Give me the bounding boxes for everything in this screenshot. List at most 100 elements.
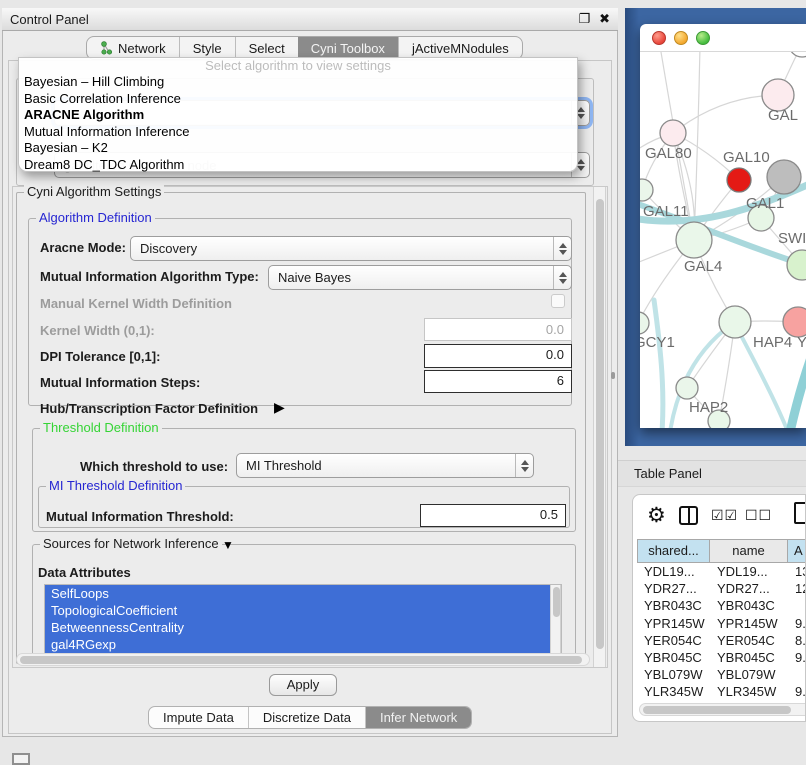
tab-style[interactable]: Style: [179, 37, 235, 59]
table-row[interactable]: YER054C YER054C 8.: [637, 632, 806, 649]
table-row[interactable]: YBL079W YBL079W: [637, 666, 806, 683]
tab-infer-network[interactable]: Infer Network: [365, 707, 471, 728]
tab-select[interactable]: Select: [235, 37, 298, 59]
cyni-algorithm-settings-title: Cyni Algorithm Settings: [24, 184, 164, 199]
collapsed-panel-icon[interactable]: [12, 753, 30, 765]
table-row[interactable]: YDR27... YDR27... 12: [637, 580, 806, 597]
zoom-traffic-light-icon[interactable]: [696, 31, 710, 45]
algorithm-dropdown-menu: Select algorithm to view settings Bayesi…: [18, 57, 578, 172]
menu-item[interactable]: Mutual Information Inference: [19, 124, 577, 141]
menu-item[interactable]: Dream8 DC_TDC Algorithm: [19, 157, 577, 174]
column-header-name[interactable]: name: [710, 539, 788, 563]
collapse-arrow-icon[interactable]: ▼: [222, 538, 234, 552]
close-window-icon[interactable]: ✖: [599, 11, 610, 27]
restore-window-icon[interactable]: ❐: [578, 11, 590, 27]
tab-network[interactable]: Network: [87, 37, 179, 59]
menu-item[interactable]: Basic Correlation Inference: [19, 91, 577, 108]
tab-cyni-toolbox[interactable]: Cyni Toolbox: [298, 37, 398, 59]
dropdown-placeholder: Select algorithm to view settings: [19, 58, 577, 74]
threshold-definition-title: Threshold Definition: [40, 420, 162, 435]
combo-stepper-icon: [553, 266, 571, 289]
menu-item[interactable]: Bayesian – Hill Climbing: [19, 74, 577, 91]
combo-stepper-icon: [553, 237, 571, 260]
combo-stepper-icon: [515, 454, 533, 477]
menu-item[interactable]: Bayesian – K2: [19, 140, 577, 157]
node-hap2[interactable]: [676, 377, 698, 399]
node-red[interactable]: [727, 168, 751, 192]
table-row[interactable]: YPR145W YPR145W 9.: [637, 615, 806, 632]
node-cut-top[interactable]: [789, 52, 806, 57]
table-row[interactable]: YLR345W YLR345W 9.: [637, 683, 806, 700]
table-toolbar: ⚙ ☑☑ ☐☐: [633, 495, 805, 539]
tab-impute-data[interactable]: Impute Data: [149, 707, 248, 728]
screen: { "window": { "title": "Control Panel", …: [0, 0, 806, 762]
list-item[interactable]: TopologicalCoefficient: [45, 602, 561, 619]
aracne-mode-combo[interactable]: Discovery: [130, 236, 572, 261]
mi-threshold-title: MI Threshold Definition: [46, 478, 185, 493]
gear-icon[interactable]: ⚙: [647, 503, 666, 528]
table-panel-title: Table Panel: [634, 466, 702, 481]
column-header-shared-name[interactable]: shared...: [637, 539, 710, 563]
which-threshold-label: Which threshold to use:: [80, 459, 228, 474]
checked-boxes-icon[interactable]: ☑☑: [711, 507, 738, 524]
table-row[interactable]: YBR045C YBR045C 9.: [637, 649, 806, 666]
expand-arrow-icon[interactable]: ▶: [274, 399, 285, 416]
mi-type-combo[interactable]: Naive Bayes: [268, 265, 572, 290]
node-gray[interactable]: [767, 160, 801, 194]
network-graph: GAL GAL80 GAL10 GAL11 GAL1 GAL4 SWI4 GCY…: [640, 52, 806, 428]
node-label: GAL1: [746, 195, 784, 212]
node-label: GAL: [768, 107, 798, 124]
data-attributes-list: SelfLoops TopologicalCoefficient Between…: [44, 584, 562, 654]
tab-jactivemnodules[interactable]: jActiveMNodules: [398, 37, 522, 59]
list-item[interactable]: SelfLoops: [45, 585, 561, 602]
list-item[interactable]: gal4RGexp: [45, 636, 561, 653]
column-header-cut[interactable]: A: [788, 539, 806, 563]
settings-horizontal-scrollbar[interactable]: [16, 653, 590, 666]
minimize-traffic-light-icon[interactable]: [674, 31, 688, 45]
tab-discretize-data[interactable]: Discretize Data: [248, 707, 365, 728]
mi-threshold-field[interactable]: 0.5: [420, 504, 566, 527]
unchecked-boxes-icon[interactable]: ☐☐: [745, 507, 772, 524]
panel-resize-grip[interactable]: [611, 372, 615, 379]
node-gal80[interactable]: [660, 120, 686, 146]
node-label: HAP2: [689, 399, 728, 416]
node-swi4[interactable]: [787, 250, 806, 280]
network-window-titlebar[interactable]: [640, 24, 806, 52]
mi-steps-field[interactable]: 6: [424, 370, 572, 393]
hub-definition-label[interactable]: Hub/Transcription Factor Definition: [40, 401, 258, 416]
which-threshold-combo[interactable]: MI Threshold: [236, 453, 534, 478]
table-row[interactable]: YBR043C YBR043C: [637, 597, 806, 614]
node-gal11[interactable]: [640, 179, 653, 201]
node-label: GAL10: [723, 149, 770, 166]
list-item[interactable]: BetweennessCentrality: [45, 619, 561, 636]
algorithm-definition-title: Algorithm Definition: [36, 210, 155, 225]
node-gal4[interactable]: [676, 222, 712, 258]
node-gcy1[interactable]: [640, 312, 649, 334]
mi-steps-label: Mutual Information Steps:: [40, 375, 200, 390]
manual-kernel-checkbox[interactable]: [551, 294, 565, 308]
node-hap4[interactable]: [719, 306, 751, 338]
mi-threshold-label: Mutual Information Threshold:: [46, 509, 234, 524]
close-traffic-light-icon[interactable]: [652, 31, 666, 45]
network-canvas[interactable]: GAL GAL80 GAL10 GAL11 GAL1 GAL4 SWI4 GCY…: [640, 52, 806, 428]
apply-button[interactable]: Apply: [269, 674, 337, 696]
menu-item-selected[interactable]: ARACNE Algorithm: [19, 107, 577, 124]
mi-type-label: Mutual Information Algorithm Type:: [40, 269, 259, 284]
control-panel-title: Control Panel: [10, 12, 569, 27]
node-label: HAP4: [753, 334, 792, 351]
table-panel-card: ⚙ ☑☑ ☐☐ shared... name A YDL19... YDL19.…: [632, 494, 806, 722]
split-columns-icon[interactable]: [679, 506, 698, 525]
kernel-width-field[interactable]: 0.0: [424, 318, 572, 341]
sources-title: Sources for Network Inference: [40, 536, 222, 551]
table-row[interactable]: YDL19... YDL19... 13: [637, 563, 806, 580]
node-label: SWI4: [778, 230, 806, 247]
table-horizontal-scrollbar[interactable]: [639, 703, 806, 716]
settings-vertical-scrollbar[interactable]: [593, 187, 606, 667]
node-label: GAL4: [684, 258, 722, 275]
node-label: Y: [797, 334, 806, 351]
node-salmon[interactable]: [783, 307, 806, 337]
document-icon[interactable]: [794, 502, 806, 524]
list-vertical-scrollbar[interactable]: [550, 585, 561, 654]
dpi-tolerance-field[interactable]: 0.0: [424, 344, 572, 368]
node-label: GCY1: [640, 334, 675, 351]
